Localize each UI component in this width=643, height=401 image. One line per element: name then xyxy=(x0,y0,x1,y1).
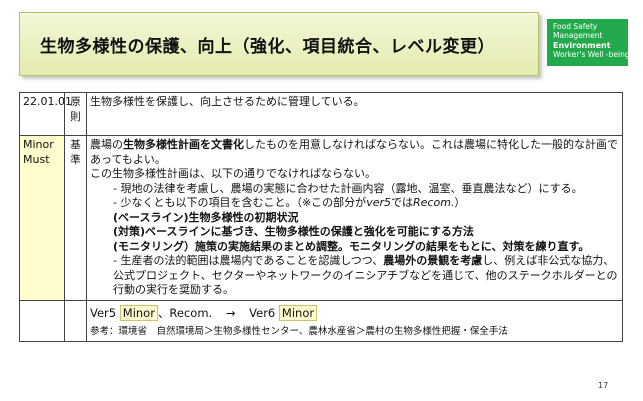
category-environment: Environment xyxy=(553,40,611,50)
emphasis-text: 生物多様性計画を文書化 xyxy=(123,138,244,151)
criteria-line-2: この生物多様性計画は、以下の通りでなければならない。 xyxy=(90,167,376,180)
category-management: Management xyxy=(553,31,603,41)
empty-cell xyxy=(64,299,87,342)
criteria-line-monitoring: (モニタリング）施策の実施結果のまとめ調整。モニタリングの結果をもとに、対策を練… xyxy=(113,239,590,253)
table-row-principle: 22.01.01 原則 生物多様性を保護し、向上させるために管理している。 xyxy=(19,92,623,136)
criteria-line-landscape: - 生産者の法的範囲は農場内であることを認識しつつ、農場外の景観を考慮し、例えば… xyxy=(90,254,619,298)
text-span: - 少なくとも以下の項目を含むこと。（※この部分が xyxy=(113,196,367,209)
level-cell: Minor Must xyxy=(19,135,65,301)
criteria-text: 農場の生物多様性計画を文書化したものを用意しなければならない。これは農場に特化し… xyxy=(86,135,623,301)
ver6-level-badge: Minor xyxy=(278,304,318,321)
row-type-criteria: 基準 xyxy=(64,135,87,301)
reference-note: 参考：環境省 自然環境局＞生物多様性センター、農林水産省＞農村の生物多様性把握・… xyxy=(90,325,508,337)
criteria-table: 22.01.01 原則 生物多様性を保護し、向上させるために管理している。 Mi… xyxy=(19,92,623,342)
emphasis-text: 農場外の景観を考慮 xyxy=(383,254,483,267)
criteria-line-measures: (対策)ベースラインに基づき、生物多様性の保護と強化を可能にする方法 xyxy=(113,225,474,238)
ver5-level-badge: Minor xyxy=(119,304,158,321)
empty-cell xyxy=(19,299,65,342)
title-bar: 生物多様性の保護、向上（強化、項目統合、レベル変更） xyxy=(19,12,539,76)
ver5-recom: 、Recom. xyxy=(157,305,213,320)
slide: 生物多様性の保護、向上（強化、項目統合、レベル変更） Food Safety M… xyxy=(0,0,643,401)
text-span: ） xyxy=(454,196,466,209)
text-span: では xyxy=(391,196,413,209)
criteria-line-1: 農場の生物多様性計画を文書化したものを用意しなければならない。これは農場に特化し… xyxy=(90,138,619,167)
criteria-line-3: - 現地の法律を考慮し、農場の実態に合わせた計画内容（露地、温室、垂直農法など）… xyxy=(113,181,583,195)
table-row-version: Ver5 Minor 、Recom. → Ver6 Minor 参考：環境省 自然… xyxy=(19,299,623,342)
version-change-line: Ver5 Minor 、Recom. → Ver6 Minor xyxy=(90,304,619,322)
control-point-code: 22.01.01 xyxy=(19,92,72,136)
category-legend: Food Safety Management Environment Worke… xyxy=(547,19,630,66)
version-change-cell: Ver5 Minor 、Recom. → Ver6 Minor 参考：環境省 自然… xyxy=(86,299,623,342)
arrow-icon: → xyxy=(225,305,236,320)
text-span: - 生産者の法的範囲は農場内であることを認識しつつ、 xyxy=(113,254,384,267)
criteria-line-4: - 少なくとも以下の項目を含むこと。（※この部分がver5ではRecom.） xyxy=(90,196,619,211)
page-title: 生物多様性の保護、向上（強化、項目統合、レベル変更） xyxy=(40,37,495,57)
category-workers-well-being: Worker's Well -being xyxy=(553,50,630,60)
category-food-safety: Food Safety xyxy=(553,22,598,31)
ver6-label: Ver6 xyxy=(249,305,276,320)
version-text: ver5 xyxy=(366,196,391,209)
ver5-label: Ver5 xyxy=(90,305,117,320)
page-number: 17 xyxy=(598,381,609,390)
text-span: 農場の xyxy=(90,138,123,151)
principle-text: 生物多様性を保護し、向上させるために管理している。 xyxy=(86,92,623,136)
table-row-criteria: Minor Must 基準 農場の生物多様性計画を文書化したものを用意しなければ… xyxy=(19,135,623,301)
level-text: Recom. xyxy=(413,196,455,209)
criteria-line-baseline: (ベースライン)生物多様性の初期状況 xyxy=(113,210,299,224)
